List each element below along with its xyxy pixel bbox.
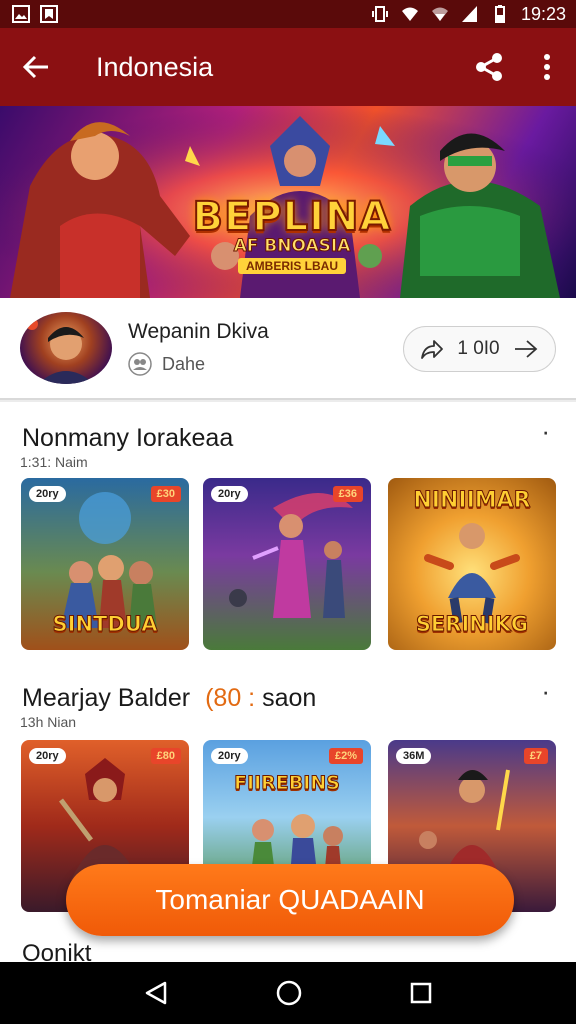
profile-subtitle-row: Dahe: [128, 352, 205, 376]
share-arrow-icon: [421, 340, 443, 359]
section-title: Nonmany Iorakeaa: [22, 424, 234, 452]
share-button[interactable]: [460, 28, 518, 106]
card-badge-time: 20ry: [211, 748, 248, 764]
share-icon: [476, 53, 502, 81]
card-badge-price: £7: [523, 748, 548, 764]
avatar-portrait: [26, 318, 94, 384]
banner-title: BEPLINA: [192, 193, 392, 241]
page-title: Indonesia: [96, 51, 214, 82]
profile-name: Wepanin Dkiva: [128, 320, 269, 343]
status-time: 19:23: [520, 3, 566, 24]
back-button[interactable]: [0, 28, 72, 106]
cell-signal-icon: [461, 6, 477, 22]
status-bar: 19:23: [0, 0, 576, 28]
card-badge-time: 20ry: [29, 486, 66, 502]
signal-icon: [431, 7, 448, 21]
card-title: SINTDUA: [52, 612, 158, 637]
section-title-accent: (80 :: [205, 684, 263, 712]
arrow-left-icon: [22, 55, 48, 79]
card-badge-time: 20ry: [211, 486, 248, 502]
card-title: SERINIKG: [415, 612, 529, 637]
more-vert-icon: [544, 54, 550, 80]
wifi-icon: [401, 7, 418, 21]
card-artwork: [229, 493, 353, 618]
share-count-pill[interactable]: 1 0I0: [403, 326, 556, 372]
banner-logo: BEPLINA AF BNOASIA AMBERIS LBAU: [188, 193, 396, 275]
section-more-button[interactable]: ·: [541, 416, 550, 447]
avatar[interactable]: [20, 312, 112, 384]
profile-subtitle: Dahe: [162, 353, 206, 374]
nav-home-icon[interactable]: [275, 979, 303, 1007]
profile-card: Wepanin Dkiva Dahe 1 0I0: [0, 298, 576, 400]
card-badge-time: 36M: [396, 748, 432, 764]
section-title: Mearjay Balder (80 : saon: [22, 684, 316, 713]
card-title-top: FIIREBINS: [234, 772, 341, 795]
app-bar: Indonesia: [0, 28, 576, 106]
bookmark-notification-icon: [40, 5, 58, 23]
system-nav-bar: [0, 962, 576, 1024]
card-badge-price: £36: [332, 486, 363, 502]
more-options-button[interactable]: [518, 28, 576, 106]
game-card[interactable]: 20ry £36: [203, 478, 371, 650]
vibrate-icon: [371, 6, 388, 22]
section-1: Nonmany Iorakeaa · 1:31: Naim 20ry £30 S…: [0, 402, 576, 662]
section-title-text: Mearjay Balder: [22, 684, 191, 712]
section-more-button[interactable]: ·: [541, 676, 550, 707]
card-badge-price: £30: [150, 486, 181, 502]
banner-tagline: AMBERIS LBAU: [238, 258, 346, 274]
section-title-tail: saon: [262, 684, 317, 712]
people-icon: [128, 352, 152, 376]
battery-icon: [494, 5, 505, 23]
game-card[interactable]: NINIIMAR SERINIKG: [388, 478, 556, 650]
card-badge-price: £80: [150, 748, 181, 764]
share-count: 1 0I0: [457, 338, 500, 359]
card-title-top: NINIIMAR: [413, 488, 531, 514]
nav-back-icon[interactable]: [143, 980, 169, 1006]
card-badge-price: £2%: [328, 748, 363, 764]
section-caption: 1:31: Naim: [20, 454, 88, 470]
forward-arrow-icon: [514, 340, 538, 358]
gallery-notification-icon: [12, 5, 30, 23]
section-caption: 13h Nian: [20, 714, 77, 730]
game-card[interactable]: 20ry £30 SINTDUA: [21, 478, 189, 650]
hero-banner[interactable]: BEPLINA AF BNOASIA AMBERIS LBAU: [0, 106, 576, 298]
nav-recents-icon[interactable]: [409, 981, 433, 1005]
primary-cta-button[interactable]: Tomaniar QUADAAIN: [66, 864, 514, 936]
card-badge-time: 20ry: [29, 748, 66, 764]
